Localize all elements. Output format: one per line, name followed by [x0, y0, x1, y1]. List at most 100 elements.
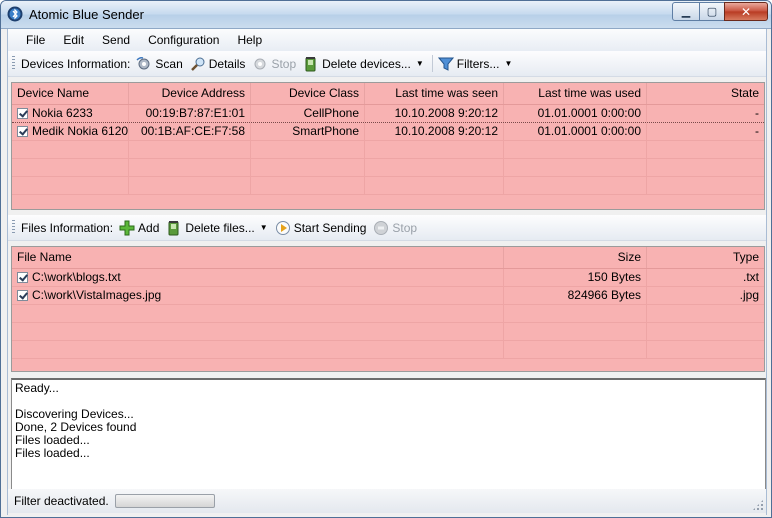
files-grid[interactable]: File Name Size Type C:\work\blogs.txt 15…	[11, 246, 765, 372]
menu-bar: File Edit Send Configuration Help	[8, 29, 766, 51]
empty-row	[12, 323, 764, 341]
table-row[interactable]: Nokia 6233 00:19:B7:87:E1:01 CellPhone 1…	[12, 105, 764, 123]
delete-files-label: Delete files...	[185, 220, 255, 235]
add-file-label: Add	[138, 220, 160, 235]
file-name: C:\work\VistaImages.jpg	[32, 288, 162, 302]
col-file-name[interactable]: File Name	[12, 247, 504, 268]
row-checkbox[interactable]	[17, 290, 28, 301]
device-state: -	[755, 106, 759, 120]
row-checkbox[interactable]	[17, 108, 28, 119]
minimize-icon: ▁	[681, 6, 691, 18]
menu-help[interactable]: Help	[228, 29, 271, 51]
stop-scan-button[interactable]: Stop	[252, 56, 296, 72]
device-class: SmartPhone	[251, 123, 365, 140]
empty-row	[12, 141, 764, 159]
scan-button[interactable]: Scan	[136, 56, 183, 72]
stop-scan-label: Stop	[271, 56, 297, 71]
filter-funnel-icon	[437, 57, 454, 71]
toolbar-grip[interactable]	[12, 56, 15, 71]
device-last-used: 01.01.0001 0:00:00	[504, 105, 647, 122]
delete-devices-icon	[305, 56, 316, 71]
col-last-used[interactable]: Last time was used	[504, 83, 647, 104]
minimize-button[interactable]: ▁	[672, 2, 700, 21]
col-device-name[interactable]: Device Name	[12, 83, 129, 104]
filters-button[interactable]: Filters... ▼	[437, 56, 512, 72]
title-bar[interactable]: Atomic Blue Sender ▁ ▢ ✕	[1, 1, 771, 29]
details-magnifier-icon	[190, 57, 205, 71]
start-sending-label: Start Sending	[293, 220, 367, 235]
log-line: Files loaded...	[15, 446, 90, 460]
col-type[interactable]: Type	[647, 247, 764, 268]
start-sending-button[interactable]: Start Sending	[275, 220, 367, 236]
details-button[interactable]: Details	[190, 56, 246, 72]
status-text: Filter deactivated.	[14, 494, 109, 508]
filters-label: Filters...	[456, 56, 500, 71]
devices-grid[interactable]: Device Name Device Address Device Class …	[11, 82, 765, 210]
row-checkbox[interactable]	[17, 126, 28, 137]
add-plus-icon	[119, 220, 135, 235]
stop-gear-icon	[254, 58, 266, 69]
log-line: Done, 2 Devices found	[15, 420, 137, 434]
file-name: C:\work\blogs.txt	[32, 270, 121, 284]
files-toolbar: Files Information: Add Delete files... ▼	[8, 215, 766, 241]
app-window: Atomic Blue Sender ▁ ▢ ✕ File Edit Send …	[0, 0, 772, 518]
scan-label: Scan	[155, 56, 183, 71]
devices-toolbar: Devices Information: Scan Details Stop D…	[8, 51, 766, 77]
log-line: Ready...	[15, 381, 59, 395]
log-line: Files loaded...	[15, 433, 90, 447]
menu-configuration[interactable]: Configuration	[139, 29, 228, 51]
client-area: File Edit Send Configuration Help Device…	[7, 29, 767, 515]
col-device-address[interactable]: Device Address	[129, 83, 251, 104]
col-state[interactable]: State	[647, 83, 764, 104]
devices-toolbar-label: Devices Information:	[21, 56, 131, 71]
device-state: -	[755, 124, 759, 138]
table-row[interactable]: C:\work\VistaImages.jpg 824966 Bytes .jp…	[12, 287, 764, 305]
chevron-down-icon: ▼	[259, 223, 268, 232]
row-checkbox[interactable]	[17, 272, 28, 283]
close-icon: ✕	[740, 4, 752, 19]
delete-files-button[interactable]: Delete files... ▼	[166, 220, 268, 236]
add-file-button[interactable]: Add	[119, 220, 159, 236]
toolbar-grip[interactable]	[12, 220, 15, 235]
start-sending-icon	[275, 220, 290, 235]
delete-devices-button[interactable]: Delete devices... ▼	[303, 56, 424, 72]
menu-edit[interactable]: Edit	[54, 29, 93, 51]
device-last-seen: 10.10.2008 9:20:12	[365, 123, 504, 140]
stop-sending-button[interactable]: Stop	[373, 220, 417, 236]
stop-sending-label: Stop	[392, 220, 418, 235]
file-type: .txt	[742, 270, 759, 284]
log-output[interactable]: Ready... Discovering Devices... Done, 2 …	[11, 378, 766, 491]
files-toolbar-label: Files Information:	[21, 220, 114, 235]
empty-row	[12, 305, 764, 323]
table-row[interactable]: C:\work\blogs.txt 150 Bytes .txt	[12, 269, 764, 287]
device-last-used: 01.01.0001 0:00:00	[504, 123, 647, 140]
menu-send[interactable]: Send	[93, 29, 139, 51]
maximize-button[interactable]: ▢	[699, 2, 725, 21]
delete-files-icon	[168, 220, 179, 235]
device-name: Nokia 6233	[32, 106, 93, 120]
status-bar: Filter deactivated.	[8, 489, 766, 513]
empty-row	[12, 177, 764, 195]
table-row[interactable]: Medik Nokia 6120 00:1B:AF:CE:F7:58 Smart…	[12, 123, 764, 141]
device-name: Medik Nokia 6120	[32, 124, 129, 138]
empty-row	[12, 341, 764, 359]
col-last-seen[interactable]: Last time was seen	[365, 83, 504, 104]
menu-file[interactable]: File	[17, 29, 54, 51]
delete-devices-label: Delete devices...	[322, 56, 411, 71]
details-label: Details	[208, 56, 246, 71]
maximize-icon: ▢	[706, 6, 718, 18]
device-address: 00:19:B7:87:E1:01	[129, 105, 251, 122]
device-address: 00:1B:AF:CE:F7:58	[129, 123, 251, 140]
resize-grip-icon[interactable]	[752, 499, 764, 511]
toolbar-separator	[431, 55, 433, 72]
progress-bar	[114, 494, 215, 508]
col-device-class[interactable]: Device Class	[251, 83, 365, 104]
file-size: 824966 Bytes	[504, 287, 647, 304]
device-class: CellPhone	[251, 105, 365, 122]
scan-gear-icon	[136, 56, 150, 69]
close-button[interactable]: ✕	[724, 2, 768, 21]
chevron-down-icon: ▼	[415, 59, 424, 68]
stop-icon	[374, 220, 389, 235]
col-size[interactable]: Size	[504, 247, 647, 268]
file-type: .jpg	[739, 288, 759, 302]
